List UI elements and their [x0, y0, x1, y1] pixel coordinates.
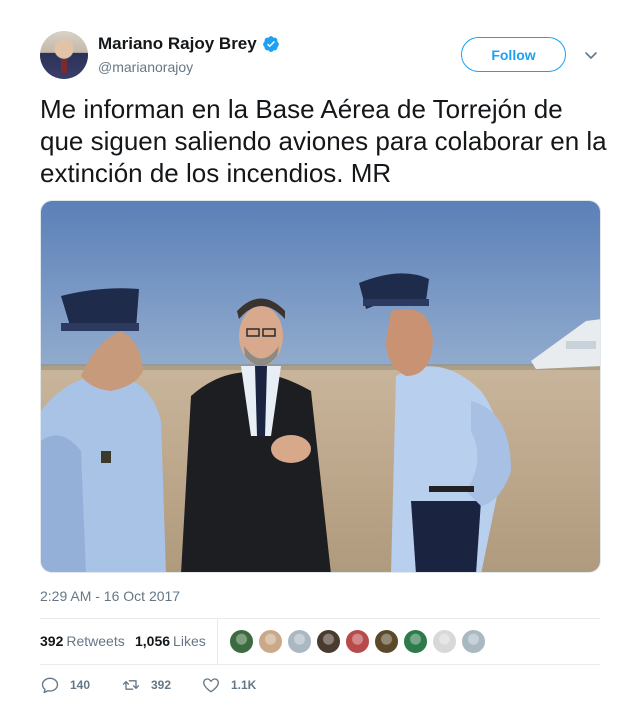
- chevron-down-icon[interactable]: [583, 47, 599, 63]
- tweet-actions: 140 392 1.1K: [40, 675, 600, 699]
- likes-label: Likes: [173, 633, 206, 649]
- tweet-stats: 392 Retweets 1,056 Likes: [40, 619, 600, 665]
- like-action[interactable]: 1.1K: [201, 675, 256, 695]
- liker-avatar[interactable]: [403, 629, 428, 654]
- liker-avatar[interactable]: [316, 629, 341, 654]
- liker-avatar[interactable]: [229, 629, 254, 654]
- liker-avatar[interactable]: [258, 629, 283, 654]
- retweets-label: Retweets: [66, 633, 125, 649]
- author-names: Mariano Rajoy Brey @marianorajoy: [98, 34, 280, 75]
- author-display-name[interactable]: Mariano Rajoy Brey: [98, 34, 257, 54]
- tweet-header: Mariano Rajoy Brey @marianorajoy Follow: [40, 31, 600, 81]
- author-display-name-row[interactable]: Mariano Rajoy Brey: [98, 34, 280, 54]
- liker-avatar[interactable]: [432, 629, 457, 654]
- liker-avatar[interactable]: [287, 629, 312, 654]
- heart-icon: [203, 678, 219, 693]
- like-count: 1.1K: [231, 678, 257, 692]
- retweets-stat[interactable]: 392 Retweets: [40, 633, 125, 649]
- retweets-count: 392: [40, 633, 64, 649]
- author-avatar[interactable]: [40, 31, 88, 79]
- retweet-action[interactable]: 392: [121, 675, 171, 695]
- follow-button[interactable]: Follow: [461, 37, 566, 72]
- likes-stat[interactable]: 1,056 Likes: [135, 633, 206, 649]
- photo-scene: [41, 201, 600, 572]
- tweet-photo[interactable]: [40, 200, 601, 573]
- reply-action[interactable]: 140: [40, 675, 90, 695]
- verified-badge-icon: [262, 36, 279, 52]
- tweet-timestamp[interactable]: 2:29 AM - 16 Oct 2017: [40, 588, 180, 604]
- liker-avatar[interactable]: [374, 629, 399, 654]
- author-handle[interactable]: @marianorajoy: [98, 59, 280, 75]
- retweet-count: 392: [151, 678, 172, 692]
- retweet-icon: [122, 680, 140, 690]
- liker-avatar[interactable]: [461, 629, 486, 654]
- liker-avatars: [229, 629, 490, 655]
- likes-count: 1,056: [135, 633, 171, 649]
- reply-icon: [41, 677, 59, 694]
- reply-count: 140: [70, 678, 91, 692]
- liker-avatar[interactable]: [345, 629, 370, 654]
- stats-separator: [217, 619, 218, 665]
- divider-bottom: [40, 664, 600, 665]
- tweet-text: Me informan en la Base Aérea de Torrejón…: [40, 94, 607, 188]
